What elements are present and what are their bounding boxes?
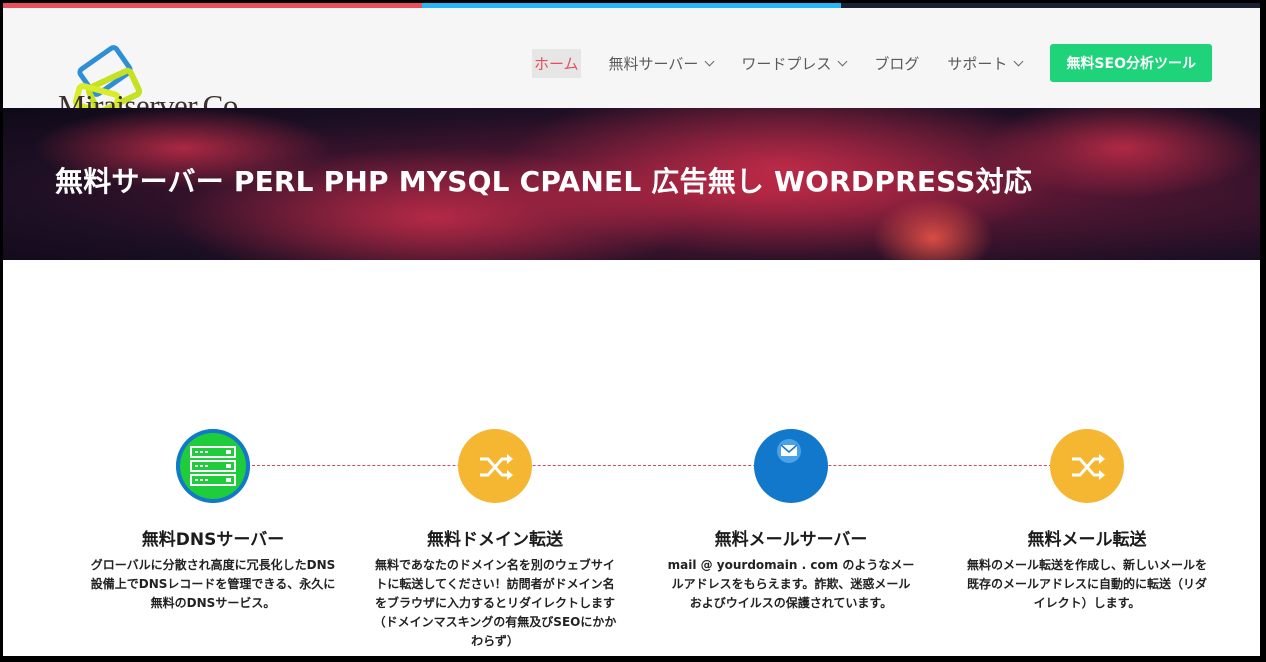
nav-item-wordpress[interactable]: ワードプレス bbox=[741, 53, 848, 74]
nav-item-label: サポート bbox=[947, 54, 1008, 73]
feature-mail-forward: 無料メール転送 無料のメール転送を作成し、新しいメールを既存のメールアドレスに自… bbox=[952, 423, 1222, 613]
nav-item-label: ホーム bbox=[533, 54, 579, 73]
main-nav: ホーム 無料サーバー ワードプレス ブログ サポート 無料SEO分析ツール bbox=[504, 44, 1212, 82]
feature-title: 無料メール転送 bbox=[1027, 530, 1147, 550]
site-header: Miraiserver.Co ホーム 無料サーバー ワードプレス ブログ サポー… bbox=[3, 8, 1260, 123]
seo-tool-button[interactable]: 無料SEO分析ツール bbox=[1050, 44, 1212, 82]
hero-banner: 無料サーバー PERL PHP MYSQL CPANEL 広告無し WORDPR… bbox=[3, 108, 1260, 260]
feature-domain-forward: 無料ドメイン転送 無料であなたのドメイン名を別のウェブサイトに転送してください！… bbox=[360, 423, 630, 651]
envelope-icon[interactable] bbox=[754, 429, 828, 503]
feature-description: グローバルに分散され高度に冗長化したDNS設備上でDNSレコードを管理できる、永… bbox=[90, 558, 336, 610]
features-section: 無料DNSサーバー グローバルに分散され高度に冗長化したDNS設備上でDNSレコ… bbox=[3, 423, 1260, 653]
nav-item-blog[interactable]: ブログ bbox=[874, 53, 919, 74]
shuffle-icon[interactable] bbox=[458, 429, 532, 503]
chevron-down-icon bbox=[837, 56, 848, 66]
feature-mail-server: 無料メールサーバー mail @ yourdomain . com のようなメー… bbox=[656, 423, 926, 613]
nav-item-label: ワードプレス bbox=[741, 54, 832, 73]
chevron-down-icon bbox=[704, 56, 715, 66]
server-icon[interactable] bbox=[176, 429, 250, 503]
shuffle-icon[interactable] bbox=[1050, 429, 1124, 503]
page-title: 無料サーバー PERL PHP MYSQL CPANEL 広告無し WORDPR… bbox=[55, 165, 1033, 198]
nav-item-free-server[interactable]: 無料サーバー bbox=[608, 53, 715, 74]
nav-item-label: 無料サーバー bbox=[608, 54, 699, 73]
feature-title: 無料ドメイン転送 bbox=[427, 530, 563, 550]
feature-title: 無料DNSサーバー bbox=[141, 530, 285, 550]
nav-item-support[interactable]: サポート bbox=[947, 53, 1024, 74]
browser-viewport: Miraiserver.Co ホーム 無料サーバー ワードプレス ブログ サポー… bbox=[0, 0, 1266, 662]
feature-description: mail @ yourdomain . com のようなメールアドレスをもらえま… bbox=[667, 558, 915, 610]
feature-description: 無料のメール転送を作成し、新しいメールを既存のメールアドレスに自動的に転送（リダ… bbox=[966, 558, 1207, 610]
nav-item-label: ブログ bbox=[874, 54, 920, 73]
chevron-down-icon bbox=[1013, 56, 1024, 66]
nav-item-home[interactable]: ホーム bbox=[531, 48, 581, 78]
feature-dns: 無料DNSサーバー グローバルに分散され高度に冗長化したDNS設備上でDNSレコ… bbox=[78, 423, 348, 613]
feature-title: 無料メールサーバー bbox=[714, 530, 868, 550]
feature-description: 無料であなたのドメイン名を別のウェブサイトに転送してください！訪問者がドメイン名… bbox=[373, 558, 617, 648]
